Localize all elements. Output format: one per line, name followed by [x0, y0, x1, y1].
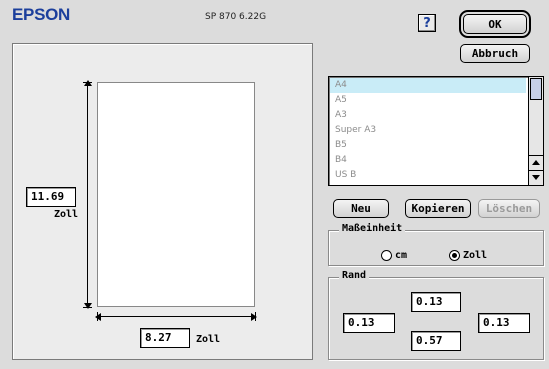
help-icon: ? — [423, 15, 431, 31]
unit-group: Maßeinheit cm Zoll — [328, 223, 544, 266]
margin-group-title: Rand — [339, 270, 370, 281]
scroll-up-icon — [532, 160, 540, 165]
arrow-left-icon — [95, 313, 101, 321]
scroll-up-button[interactable] — [529, 155, 543, 169]
unit-option-zoll[interactable]: Zoll — [449, 245, 487, 264]
paper-size-item[interactable]: A5 — [330, 93, 526, 108]
paper-list-scrollbar[interactable] — [528, 77, 543, 185]
new-button[interactable]: Neu — [333, 199, 389, 218]
dimension-tick — [97, 312, 98, 321]
unit-group-title: Maßeinheit — [339, 223, 406, 234]
dimension-tick — [255, 312, 256, 321]
scroll-down-button[interactable] — [529, 170, 543, 184]
unit-option-cm[interactable]: cm — [381, 245, 407, 264]
copy-button[interactable]: Kopieren — [405, 199, 471, 218]
paper-width-field[interactable]: 8.27 — [140, 328, 190, 348]
paper-size-item[interactable]: Super A3 — [330, 123, 526, 138]
height-dimension-line — [87, 82, 88, 307]
paper-size-item[interactable]: US B — [330, 168, 526, 183]
arrow-up-icon — [84, 80, 92, 86]
paper-height-field[interactable]: 11.69 — [26, 187, 76, 207]
paper-size-item[interactable]: A3 — [330, 108, 526, 123]
paper-size-item[interactable]: A4 — [330, 78, 526, 93]
width-dimension-line — [97, 316, 255, 317]
paper-height-unit: Zoll — [54, 209, 79, 220]
scroll-thumb[interactable] — [530, 78, 542, 100]
arrow-down-icon — [84, 303, 92, 309]
margin-left-field[interactable]: 0.13 — [343, 313, 395, 333]
unit-cm-label: cm — [395, 250, 408, 261]
dimension-tick — [83, 82, 92, 83]
paper-sheet — [97, 82, 255, 307]
delete-button[interactable]: Löschen — [478, 199, 540, 218]
ok-button[interactable]: OK — [459, 10, 531, 38]
scroll-down-icon — [532, 175, 540, 180]
margin-bottom-field[interactable]: 0.57 — [411, 331, 461, 351]
paper-size-item[interactable]: B5 — [330, 138, 526, 153]
unit-zoll-radio[interactable] — [449, 250, 460, 261]
margin-top-field[interactable]: 0.13 — [411, 292, 461, 312]
unit-cm-radio[interactable] — [381, 250, 392, 261]
cancel-button[interactable]: Abbruch — [460, 44, 530, 63]
paper-size-item[interactable]: B4 — [330, 153, 526, 168]
dimension-tick — [83, 307, 92, 308]
help-button[interactable]: ? — [418, 14, 436, 32]
epson-logo: EPSON — [12, 5, 71, 24]
margin-right-field[interactable]: 0.13 — [478, 313, 530, 333]
paper-size-list[interactable]: A4 A5 A3 Super A3 B5 B4 US B — [328, 76, 544, 186]
arrow-right-icon — [251, 313, 257, 321]
paper-width-unit: Zoll — [196, 334, 221, 345]
driver-version: SP 870 6.22G — [205, 12, 267, 22]
unit-zoll-label: Zoll — [463, 250, 488, 261]
paper-size-items: A4 A5 A3 Super A3 B5 B4 US B — [330, 78, 526, 183]
